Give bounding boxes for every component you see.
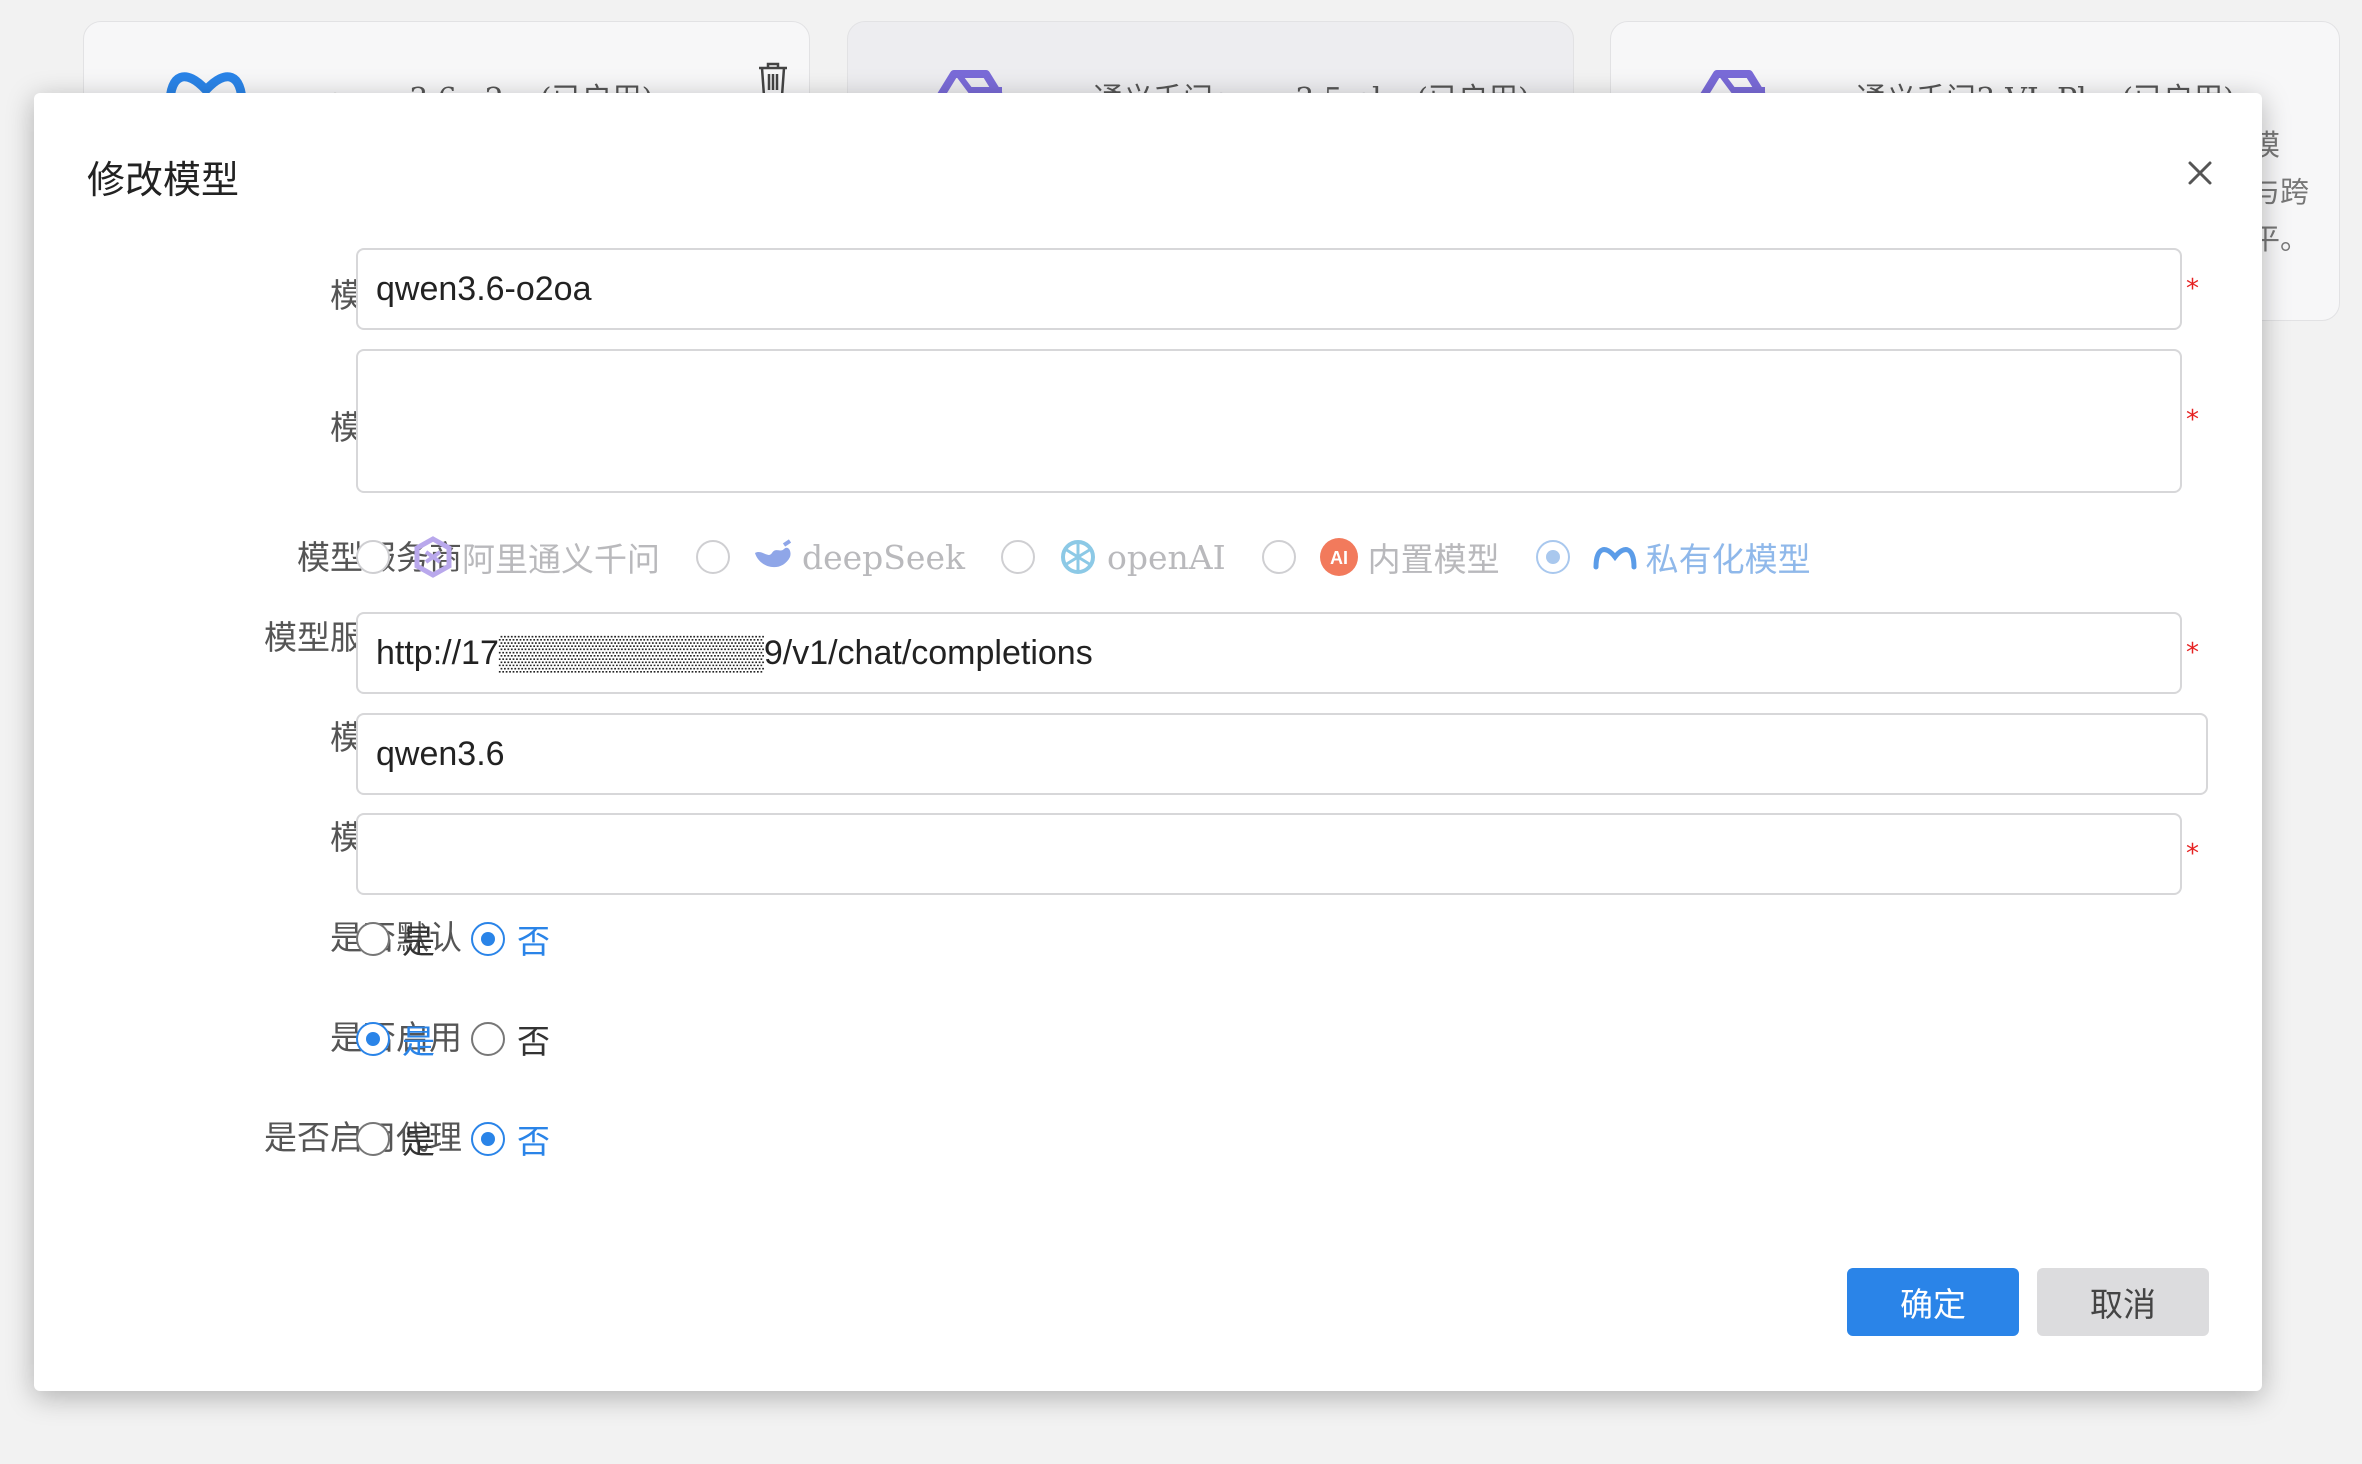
option-label: 是 <box>402 1122 435 1161</box>
radio[interactable] <box>1261 540 1296 574</box>
radio-checked[interactable] <box>356 1022 390 1056</box>
provider-option-openai[interactable]: openAI <box>1000 536 1226 578</box>
tongyi-icon <box>412 536 454 578</box>
meta-infinity-icon <box>1592 541 1638 573</box>
confirm-button[interactable]: 确定 <box>1847 1268 2019 1336</box>
provider-radio-group: 阿里通义千问 deepSeek openAI AI 内置模型 私有化模型 <box>356 533 1847 581</box>
radio[interactable] <box>1000 540 1035 574</box>
radio-checked[interactable] <box>471 1122 505 1156</box>
openai-icon <box>1057 536 1099 578</box>
provider-label-private: 私有化模型 <box>1645 540 1811 579</box>
radio[interactable] <box>356 922 390 956</box>
required-mark: * <box>2186 638 2199 668</box>
provider-label-openai: openAI <box>1106 537 1226 577</box>
option-label: 是 <box>402 922 435 961</box>
builtin-ai-icon: AI <box>1318 536 1360 578</box>
model-description-input[interactable] <box>356 349 2182 493</box>
option-label: 是 <box>402 1022 435 1061</box>
radio[interactable] <box>356 1122 390 1156</box>
model-version-input[interactable]: qwen3.6 <box>356 713 2208 795</box>
model-secret-input[interactable] <box>356 813 2182 895</box>
radio[interactable] <box>471 1022 505 1056</box>
provider-label-builtin: 内置模型 <box>1367 540 1500 579</box>
provider-option-builtin[interactable]: AI 内置模型 <box>1261 533 1500 581</box>
edit-model-dialog: 修改模型 模型名称 qwen3.6-o2oa * 模型描述 * 模型服务商 阿里… <box>34 93 2262 1391</box>
required-mark: * <box>2186 405 2199 435</box>
radio-checked[interactable] <box>471 922 505 956</box>
is-enabled-radio-group: 是 否 <box>356 1015 586 1063</box>
radio[interactable] <box>696 540 730 574</box>
is-enabled-no[interactable]: 否 <box>471 1015 550 1063</box>
required-mark: * <box>2186 274 2199 304</box>
use-proxy-yes[interactable]: 是 <box>356 1115 435 1163</box>
close-icon[interactable] <box>2180 153 2220 193</box>
option-label: 否 <box>517 1022 550 1061</box>
cancel-button[interactable]: 取消 <box>2037 1268 2209 1336</box>
dialog-title: 修改模型 <box>87 158 240 202</box>
is-default-no[interactable]: 否 <box>471 915 550 963</box>
is-default-yes[interactable]: 是 <box>356 915 435 963</box>
provider-label-deepseek: deepSeek <box>802 537 965 577</box>
use-proxy-radio-group: 是 否 <box>356 1115 586 1163</box>
svg-text:AI: AI <box>1330 548 1348 568</box>
provider-option-private[interactable]: 私有化模型 <box>1535 533 1811 581</box>
provider-option-tongyi[interactable]: 阿里通义千问 <box>356 533 660 581</box>
use-proxy-no[interactable]: 否 <box>471 1115 550 1163</box>
provider-label-tongyi: 阿里通义千问 <box>462 540 660 579</box>
provider-option-deepseek[interactable]: deepSeek <box>696 538 965 577</box>
model-endpoint-input[interactable]: http://17▒▒▒▒▒▒▒▒▒▒▒9/v1/chat/completion… <box>356 612 2182 694</box>
model-name-input[interactable]: qwen3.6-o2oa <box>356 248 2182 330</box>
radio[interactable] <box>356 540 390 574</box>
radio-checked[interactable] <box>1535 540 1570 574</box>
option-label: 否 <box>517 1122 550 1161</box>
is-enabled-yes[interactable]: 是 <box>356 1015 435 1063</box>
is-default-radio-group: 是 否 <box>356 915 586 963</box>
required-mark: * <box>2186 839 2199 869</box>
deepseek-whale-icon <box>752 539 794 575</box>
option-label: 否 <box>517 922 550 961</box>
